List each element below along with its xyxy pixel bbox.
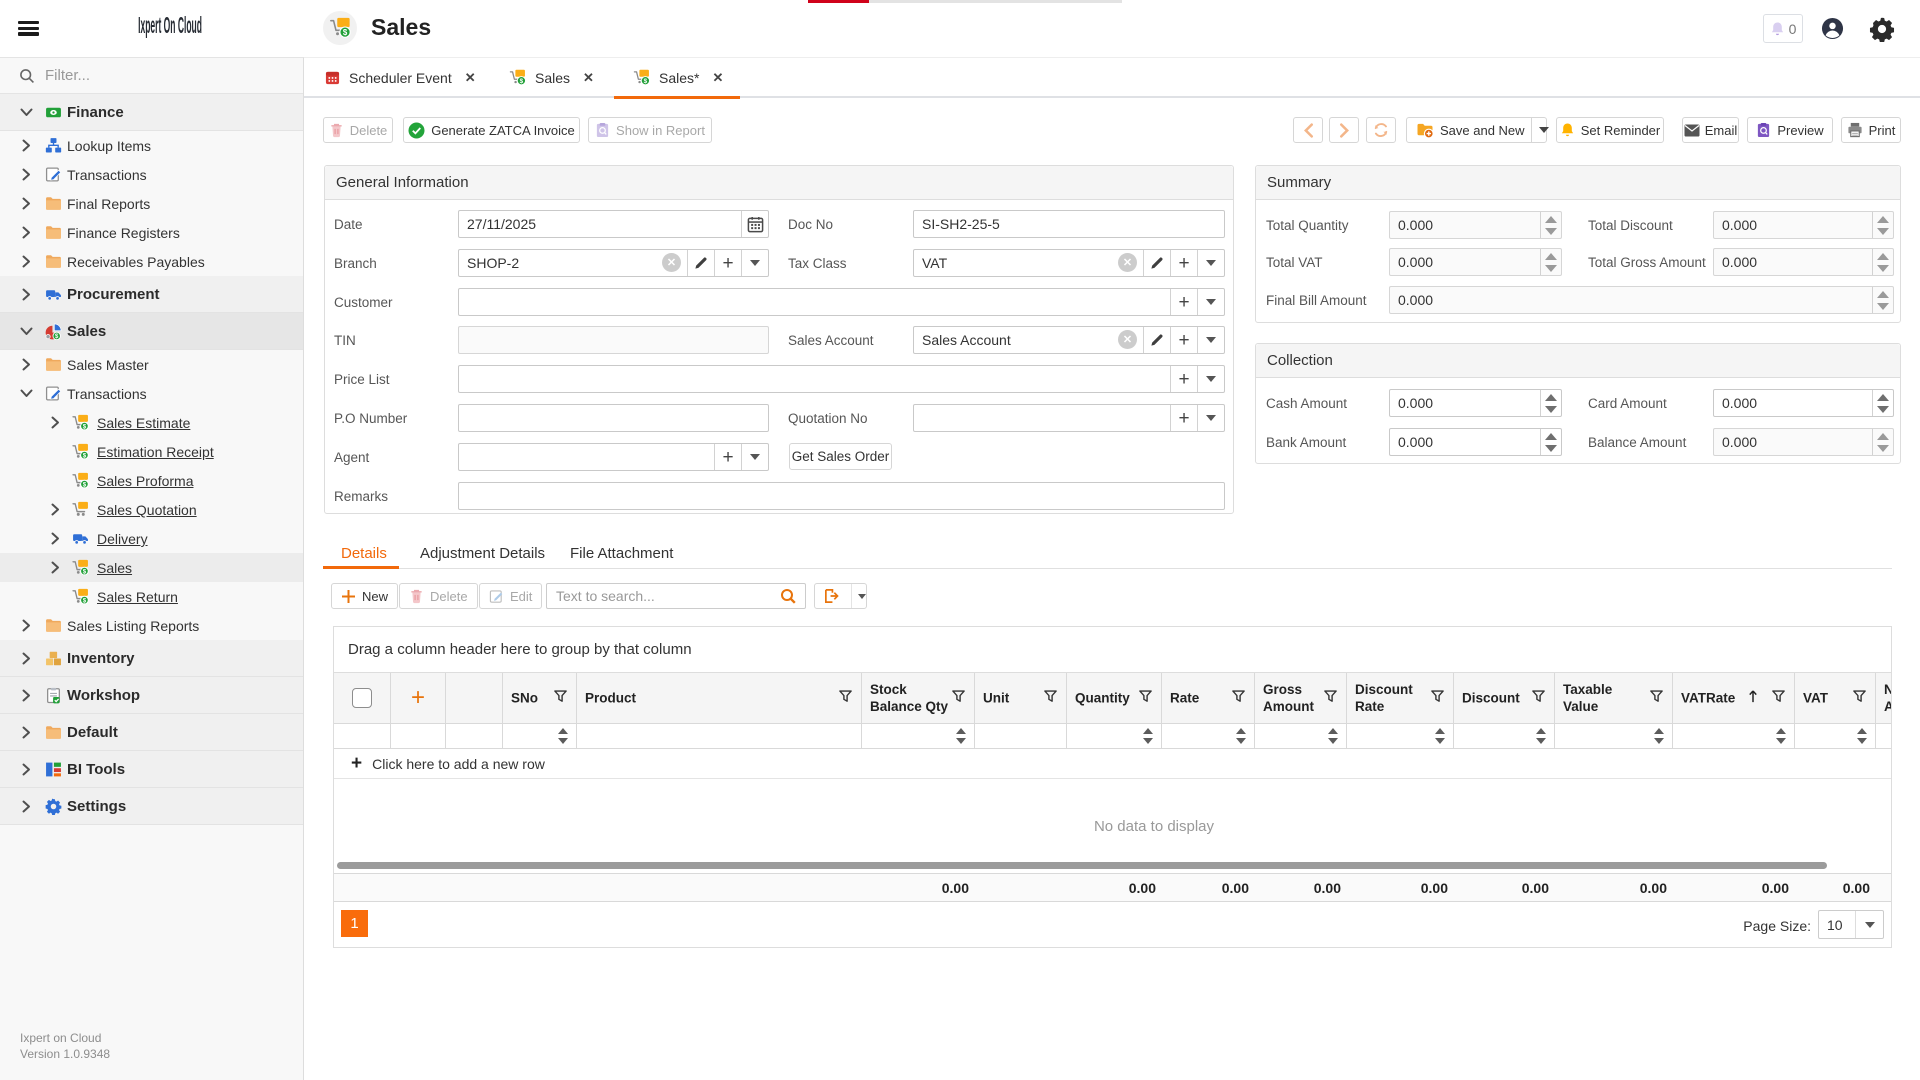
svg-text:$: $	[83, 481, 87, 488]
svg-text:$: $	[83, 452, 87, 459]
svg-text:$: $	[343, 28, 348, 37]
svg-text:$: $	[644, 78, 648, 85]
svg-text:$: $	[83, 597, 87, 604]
svg-text:$: $	[83, 568, 87, 575]
svg-text:$: $	[83, 423, 87, 430]
svg-text:$: $	[520, 78, 524, 85]
